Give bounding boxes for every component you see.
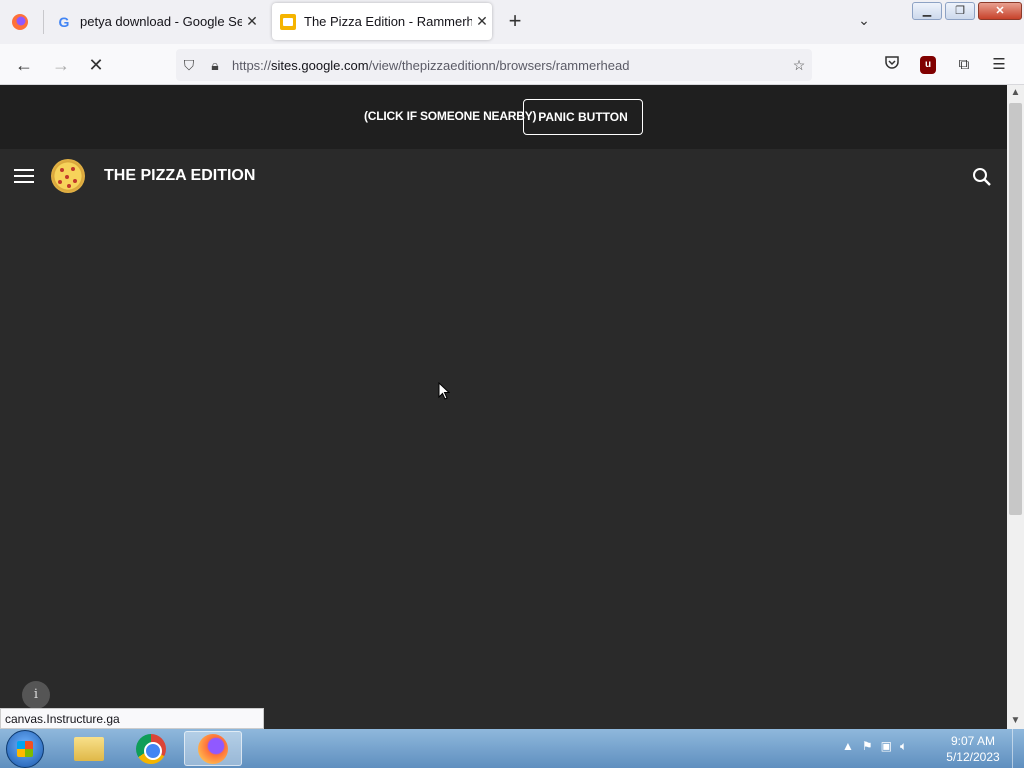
chrome-icon[interactable] [122, 731, 180, 766]
close-window-button[interactable]: ✕ [978, 2, 1022, 20]
list-all-tabs-icon[interactable]: ⌄ [854, 12, 874, 32]
minimize-button[interactable]: ▁ [912, 2, 942, 20]
extensions-icon[interactable]: ⧉ [953, 54, 975, 76]
restore-button[interactable]: ❐ [945, 2, 975, 20]
panic-banner: (CLICK IF SOMEONE NEARBY) PANIC BUTTON [0, 85, 1007, 149]
firefox-view-icon[interactable] [10, 12, 30, 32]
volume-icon[interactable]: 🔈︎ [900, 739, 907, 754]
site-header: THE PIZZA EDITION [0, 149, 1007, 205]
file-explorer-icon[interactable] [60, 731, 118, 766]
link-status-bar: canvas.Instructure.ga [0, 708, 264, 729]
web-page: (CLICK IF SOMEONE NEARBY) PANIC BUTTON T… [0, 85, 1007, 729]
google-icon: G [58, 13, 70, 30]
lock-icon[interactable]: 🔒︎ [202, 57, 228, 74]
close-tab-icon[interactable]: ✕ [242, 13, 262, 30]
tab-title: petya download - Google Search [80, 14, 242, 29]
tracking-protection-icon[interactable]: ⛉ [176, 57, 202, 74]
app-menu-icon[interactable]: ☰ [988, 54, 1010, 76]
new-tab-button[interactable]: + [504, 10, 526, 32]
windows-taskbar: ▲ ⚑ ▣ 🔈︎ 9:07 AM 5/12/2023 [0, 729, 1024, 768]
scroll-down-icon[interactable]: ▼ [1007, 713, 1024, 729]
pocket-icon[interactable] [881, 54, 903, 76]
scroll-thumb[interactable] [1009, 103, 1022, 515]
start-button[interactable] [6, 730, 44, 768]
pizza-logo-icon[interactable] [51, 159, 85, 193]
ublock-origin-icon[interactable]: u [920, 56, 936, 74]
mouse-cursor-icon [438, 381, 451, 400]
site-title[interactable]: THE PIZZA EDITION [104, 167, 255, 185]
bookmark-star-icon[interactable]: ☆ [786, 57, 812, 74]
clock-time: 9:07 AM [950, 734, 996, 748]
google-sites-icon [280, 13, 296, 30]
tab-pizza-edition[interactable]: The Pizza Edition - Rammerhead ✕ [272, 3, 492, 40]
banner-text: (CLICK IF SOMEONE NEARBY) [364, 109, 537, 123]
tab-google-search[interactable]: G petya download - Google Search ✕ [46, 3, 262, 40]
info-icon[interactable]: i [22, 681, 50, 709]
url-prefix: https:// [232, 57, 272, 73]
url-bar[interactable]: ⛉ 🔒︎ https://sites.google.com/view/thepi… [176, 49, 812, 81]
tab-separator [43, 10, 44, 34]
stop-loading-icon[interactable]: ✕ [83, 52, 109, 78]
forward-icon[interactable]: → [48, 52, 74, 78]
page-scrollbar[interactable]: ▲ ▼ [1007, 85, 1024, 729]
system-clock[interactable]: 9:07 AM 5/12/2023 [940, 733, 1006, 765]
close-tab-icon[interactable]: ✕ [472, 13, 492, 30]
navigation-toolbar: ← → ✕ ⛉ 🔒︎ https://sites.google.com/view… [0, 44, 1024, 105]
panic-button[interactable]: PANIC BUTTON [523, 99, 643, 135]
show-desktop-button[interactable] [1012, 729, 1024, 768]
system-tray: ▲ ⚑ ▣ 🔈︎ [842, 739, 907, 754]
network-icon[interactable]: ▣ [881, 739, 892, 754]
tab-title: The Pizza Edition - Rammerhead [304, 14, 472, 29]
show-hidden-icons-icon[interactable]: ▲ [842, 739, 854, 754]
search-icon[interactable] [972, 167, 994, 189]
firefox-icon[interactable] [184, 731, 242, 766]
window-controls: ▁ ❐ ✕ [912, 2, 1022, 20]
action-center-flag-icon[interactable]: ⚑ [862, 739, 873, 754]
url-path: /view/thepizzaeditionn/browsers/rammerhe… [368, 57, 630, 73]
clock-date: 5/12/2023 [946, 750, 1000, 764]
scroll-up-icon[interactable]: ▲ [1007, 85, 1024, 101]
url-domain: sites.google.com [271, 57, 369, 73]
tab-strip: G petya download - Google Search ✕ The P… [0, 0, 1024, 44]
back-icon[interactable]: ← [11, 52, 37, 78]
hamburger-menu-icon[interactable] [14, 169, 34, 185]
url-text[interactable]: https://sites.google.com/view/thepizzaed… [228, 58, 786, 73]
